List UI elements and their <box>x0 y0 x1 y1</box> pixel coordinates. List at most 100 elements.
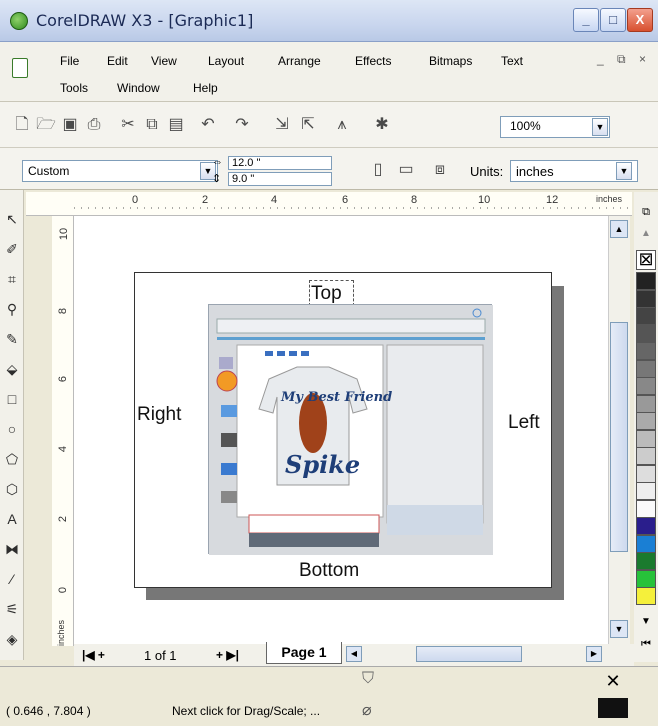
maximize-button[interactable]: □ <box>600 8 626 32</box>
menu-file[interactable]: File <box>60 54 79 68</box>
eyedropper-tool-icon[interactable]: ⁄ <box>3 570 21 588</box>
polygon-tool-icon[interactable]: ⬠ <box>3 450 21 468</box>
shape-tool-icon[interactable]: ✐ <box>3 240 21 258</box>
vertical-scroll-thumb[interactable] <box>610 322 628 552</box>
color-swatch[interactable] <box>636 482 656 500</box>
menu-view[interactable]: View <box>151 54 177 68</box>
embedded-screenshot-image[interactable]: My Best Friend Spike <box>208 304 493 555</box>
no-color-swatch-icon[interactable]: ⊠ <box>636 250 656 270</box>
first-page-icon[interactable]: |◀ + <box>82 648 105 662</box>
fill-bucket-icon: ⛉ <box>362 670 375 687</box>
menu-bitmaps[interactable]: Bitmaps <box>429 54 472 68</box>
basic-shapes-tool-icon[interactable]: ⬡ <box>3 480 21 498</box>
new-icon[interactable]: 🗋 <box>12 115 32 135</box>
ruler-tick-label: 10 <box>58 227 71 241</box>
color-swatch[interactable] <box>636 359 656 378</box>
open-icon[interactable]: 🗁 <box>36 115 56 135</box>
palette-scroll-up-icon[interactable]: ▲ <box>638 228 654 242</box>
color-swatch[interactable] <box>636 272 656 290</box>
doc-close-button[interactable]: × <box>639 52 646 66</box>
horizontal-scroll-thumb[interactable] <box>416 646 522 662</box>
interactive-blend-tool-icon[interactable]: ⧓ <box>3 540 21 558</box>
color-swatch[interactable] <box>636 464 656 483</box>
color-swatch[interactable] <box>636 447 656 465</box>
menu-help[interactable]: Help <box>193 81 218 95</box>
crop-tool-icon[interactable]: ⌗ <box>3 270 21 288</box>
tab-page-1[interactable]: Page 1 <box>266 642 342 664</box>
scroll-down-icon[interactable]: ▼ <box>610 620 628 638</box>
landscape-icon[interactable]: ▭ <box>396 160 416 180</box>
print-icon[interactable]: ⎙ <box>84 115 104 135</box>
application-launcher-icon[interactable]: ⩚ <box>332 115 352 135</box>
units-label: Units: <box>470 164 504 179</box>
color-swatch[interactable] <box>636 377 656 395</box>
welcome-screen-icon[interactable]: ✱ <box>372 115 392 135</box>
palette-menu-icon[interactable]: ⧉ <box>638 206 654 220</box>
page-height-input[interactable]: 9.0 " <box>228 172 332 186</box>
color-swatch[interactable] <box>636 394 656 413</box>
coreldraw-app-icon[interactable] <box>10 12 28 30</box>
color-swatch[interactable] <box>636 342 656 360</box>
label-left[interactable]: Left <box>508 412 540 434</box>
rectangle-tool-icon[interactable]: □ <box>3 390 21 408</box>
menu-effects[interactable]: Effects <box>355 54 391 68</box>
scroll-right-icon[interactable]: ▶ <box>586 646 602 662</box>
doc-restore-button[interactable]: ⧉ <box>617 52 626 67</box>
copy-icon[interactable]: ⧉ <box>142 115 162 135</box>
scroll-left-icon[interactable]: ◀ <box>346 646 362 662</box>
document-icon[interactable] <box>12 58 28 78</box>
no-fill-indicator-icon: ✕ <box>605 671 621 691</box>
zoom-level-value: 100% <box>510 119 541 133</box>
text-tool-icon[interactable]: A <box>3 510 21 528</box>
menu-window[interactable]: Window <box>117 81 160 95</box>
zoom-dropdown-icon[interactable]: ▼ <box>592 118 608 136</box>
ellipse-tool-icon[interactable]: ○ <box>3 420 21 438</box>
portrait-icon[interactable]: ▯ <box>368 160 388 180</box>
redo-icon[interactable]: ↷ <box>232 115 252 135</box>
ruler-tick-label: 6 <box>57 375 70 383</box>
color-swatch[interactable] <box>636 499 656 518</box>
color-swatch[interactable] <box>636 307 656 325</box>
all-pages-icon[interactable]: ⧈ <box>430 160 450 180</box>
label-top[interactable]: Top <box>311 283 342 305</box>
menu-arrange[interactable]: Arrange <box>278 54 321 68</box>
menu-layout[interactable]: Layout <box>208 54 244 68</box>
freehand-tool-icon[interactable]: ✎ <box>3 330 21 348</box>
scroll-up-icon[interactable]: ▲ <box>610 220 628 238</box>
menu-tools[interactable]: Tools <box>60 81 88 95</box>
menu-text[interactable]: Text <box>501 54 523 68</box>
fill-tool-icon[interactable]: ◈ <box>3 630 21 648</box>
color-swatch[interactable] <box>636 552 656 570</box>
undo-icon[interactable]: ↶ <box>198 115 218 135</box>
save-icon[interactable]: ▣ <box>60 115 80 135</box>
color-swatch[interactable] <box>636 324 656 343</box>
color-swatch[interactable] <box>636 412 656 430</box>
zoom-tool-icon[interactable]: ⚲ <box>3 300 21 318</box>
export-icon[interactable]: ⇱ <box>298 115 318 135</box>
menu-edit[interactable]: Edit <box>107 54 128 68</box>
color-swatch[interactable] <box>636 534 656 553</box>
palette-expand-icon[interactable]: ⏮ <box>638 638 654 652</box>
ruler-tick-label: 6 <box>342 194 349 206</box>
label-right[interactable]: Right <box>137 404 181 426</box>
color-swatch[interactable] <box>636 569 656 588</box>
page-width-input[interactable]: 12.0 " <box>228 156 332 170</box>
cut-icon[interactable]: ✂ <box>118 115 138 135</box>
color-swatch[interactable] <box>636 289 656 308</box>
pick-tool-icon[interactable]: ↖ <box>3 210 21 228</box>
color-swatch[interactable] <box>636 517 656 535</box>
outline-pen-icon: ⌀ <box>362 702 372 719</box>
outline-tool-icon[interactable]: ⚟ <box>3 600 21 618</box>
close-button[interactable]: X <box>627 8 653 32</box>
last-page-icon[interactable]: + ▶| <box>216 648 239 662</box>
label-bottom[interactable]: Bottom <box>299 560 359 582</box>
smart-fill-tool-icon[interactable]: ⬙ <box>3 360 21 378</box>
color-swatch[interactable] <box>636 587 656 605</box>
import-icon[interactable]: ⇲ <box>272 115 292 135</box>
palette-scroll-down-icon[interactable]: ▼ <box>638 616 654 630</box>
doc-minimize-button[interactable]: _ <box>597 52 604 66</box>
minimize-button[interactable]: _ <box>573 8 599 32</box>
units-dropdown-icon[interactable]: ▼ <box>616 162 632 180</box>
paste-icon[interactable]: ▤ <box>166 115 186 135</box>
color-swatch[interactable] <box>636 429 656 448</box>
